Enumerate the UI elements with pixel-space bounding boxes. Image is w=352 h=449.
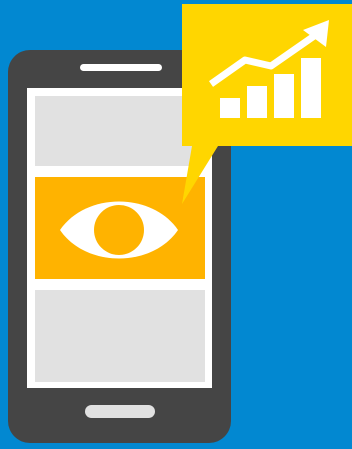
chart-bar-2	[247, 86, 267, 118]
chart-bar-1	[220, 98, 240, 118]
illustration	[0, 0, 352, 449]
chart-bar-4	[301, 58, 321, 118]
growth-chart-icon	[208, 20, 329, 118]
chart-bar-3	[274, 74, 294, 118]
